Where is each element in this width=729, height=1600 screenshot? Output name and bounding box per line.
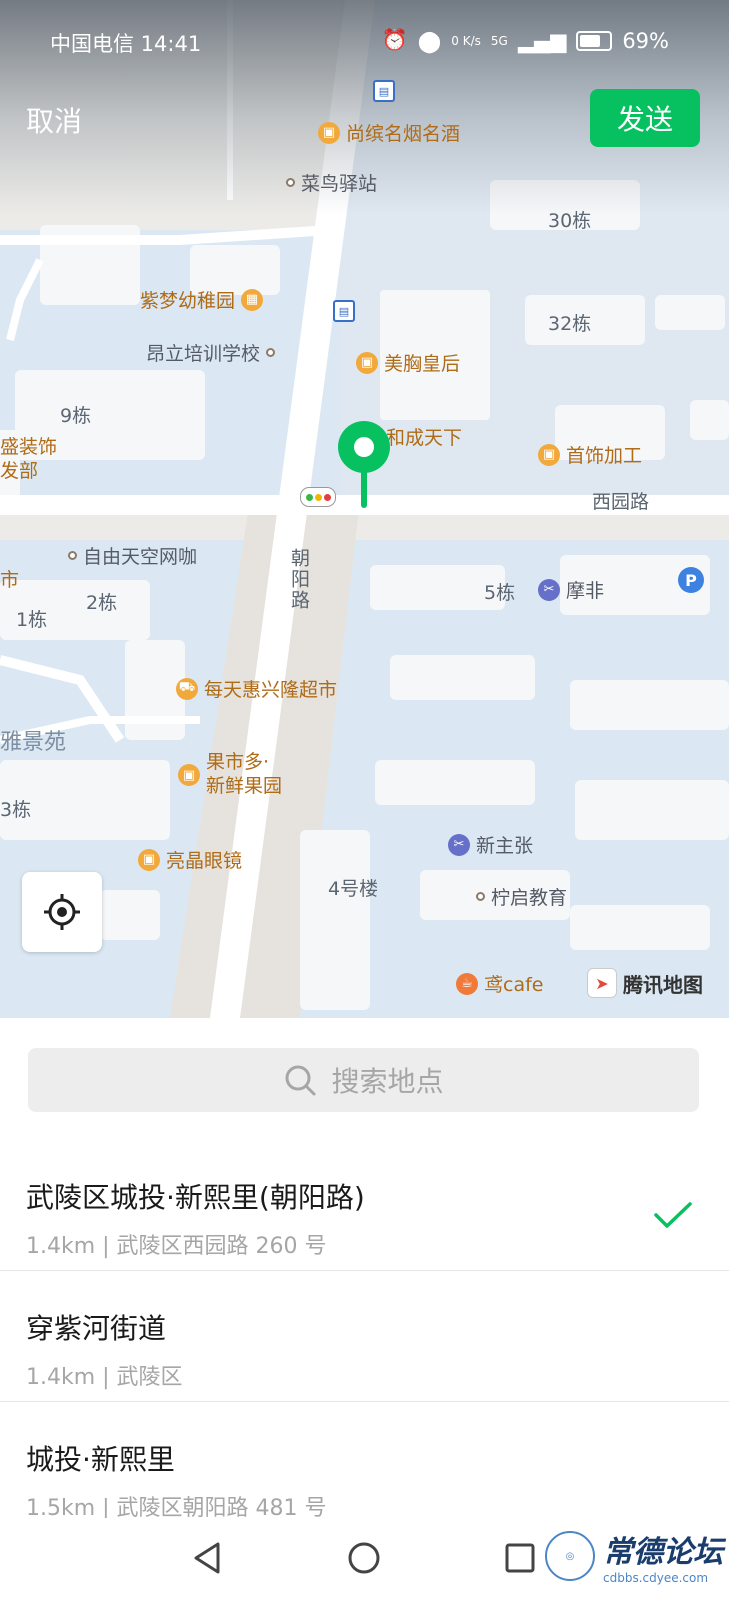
result-item[interactable]: 穿紫河街道 1.4km | 武陵区 (0, 1271, 729, 1402)
parking-icon[interactable]: P (678, 567, 704, 593)
building-label: 5栋 (484, 582, 516, 604)
poi-station[interactable]: 菜鸟驿站 (286, 169, 377, 196)
building-label: 30栋 (548, 210, 592, 232)
building-label: 4号楼 (328, 878, 379, 900)
poi-residential[interactable]: 雅景苑 (0, 724, 66, 756)
poi-shop[interactable]: ▣ 美胸皇后 (356, 349, 460, 376)
poi-dot-icon (68, 551, 77, 560)
poi-shop[interactable]: 盛装饰 (0, 432, 57, 459)
forum-watermark: ◎ 常德论坛 cdbbs.cdyee.com (545, 1527, 723, 1585)
school-icon: ▦ (241, 288, 264, 311)
poi-service[interactable]: ✂ 摩非 (538, 576, 604, 603)
result-item[interactable]: 武陵区城投·新熙里(朝阳路) 1.4km | 武陵区西园路 260 号 (0, 1140, 729, 1271)
battery-icon (576, 30, 613, 51)
poi-cafe[interactable]: ☕ 鸢cafe (456, 970, 543, 997)
cancel-button[interactable]: 取消 (26, 100, 82, 140)
building-label: 2栋 (86, 592, 118, 614)
building-label: 9栋 (60, 405, 92, 427)
forum-seal-icon: ◎ (545, 1531, 595, 1581)
poi-shop[interactable]: 发部 (0, 456, 38, 483)
poi-dot-icon (476, 892, 485, 901)
search-placeholder: 搜索地点 (331, 1065, 444, 1098)
poi-shop[interactable]: 市 (0, 565, 19, 592)
poi-optical[interactable]: ▣ 亮晶眼镜 (138, 846, 242, 873)
home-circle-icon[interactable] (346, 1540, 382, 1576)
search-icon (285, 1065, 316, 1096)
poi-education[interactable]: 柠启教育 (476, 883, 567, 910)
map-provider-logo: ➤ 腾讯地图 (587, 968, 703, 998)
signal-label: 5G (490, 33, 508, 48)
road-label-chaoyang: 朝阳路 (288, 548, 310, 611)
battery-percent: 69% (622, 28, 669, 53)
poi-internet-cafe[interactable]: 自由天空网咖 (68, 542, 197, 569)
coffee-icon: ☕ (456, 972, 478, 995)
location-pin-icon (338, 421, 390, 508)
status-icons: ⏰ ⬤ 0 K/s 5G ▂▄▆ 69% (382, 28, 669, 53)
result-name: 穿紫河街道 (26, 1312, 167, 1345)
poi-salon[interactable]: ✂ 新主张 (448, 831, 533, 858)
signal-icon: ▂▄▆ (517, 28, 567, 53)
poi-shop[interactable]: ▣ 首饰加工 (538, 441, 642, 468)
building-label: 32栋 (548, 313, 592, 335)
traffic-light-icon (300, 487, 336, 507)
scissors-icon: ✂ (448, 833, 470, 856)
building-label: 1栋 (16, 609, 48, 631)
net-speed: 0 K/s (451, 33, 481, 48)
send-button[interactable]: 发送 (590, 89, 700, 147)
recents-square-icon[interactable] (502, 1540, 538, 1576)
result-name: 武陵区城投·新熙里(朝阳路) (26, 1181, 365, 1214)
watermark-url: cdbbs.cdyee.com (603, 1571, 709, 1585)
result-detail: 1.4km | 武陵区 (26, 1365, 183, 1390)
search-input[interactable]: 搜索地点 (28, 1048, 699, 1112)
map-view[interactable]: ▣ 尚缤名烟名酒 菜鸟驿站 紫梦幼稚园 ▦ 昂立培训学校 ▣ 美胸皇后 和成天下 ▣ 首… (0, 0, 729, 1018)
poi-fruit-store[interactable]: ▣ 果市多· 新鲜果园 (178, 750, 282, 798)
result-item[interactable]: 城投·新熙里 1.5km | 武陵区朝阳路 481 号 (0, 1402, 729, 1532)
alarm-icon: ⏰ (381, 28, 408, 52)
poi-supermarket[interactable]: ⛟ 每天惠兴隆超市 (176, 675, 337, 702)
bus-stop-icon[interactable]: ▤ (333, 300, 355, 322)
tencent-map-icon: ➤ (587, 968, 617, 998)
poi-dot-icon (266, 348, 276, 357)
result-name: 城投·新熙里 (26, 1443, 175, 1476)
locate-me-button[interactable] (22, 872, 102, 952)
shop-bag-icon: ▣ (356, 351, 378, 374)
back-triangle-icon[interactable] (190, 1540, 226, 1576)
location-icon: ⬤ (417, 28, 442, 53)
poi-shop[interactable]: ▣ 尚缤名烟名酒 (318, 119, 460, 146)
building-label: 3栋 (0, 799, 32, 821)
shop-bag-icon: ▣ (138, 848, 160, 871)
shop-bag-icon: ▣ (178, 764, 200, 786)
cart-icon: ⛟ (176, 677, 198, 700)
shop-bag-icon: ▣ (318, 121, 340, 144)
poi-kindergarten[interactable]: 紫梦幼稚园 ▦ (140, 286, 264, 313)
poi-shop[interactable]: 和成天下 (386, 423, 462, 450)
carrier-time: 中国电信 14:41 (50, 32, 202, 56)
status-bar: 中国电信 14:41 ⏰ ⬤ 0 K/s 5G ▂▄▆ 69% (0, 0, 729, 86)
scissors-icon: ✂ (538, 578, 560, 601)
shop-bag-icon: ▣ (538, 443, 560, 466)
watermark-title: 常德论坛 (603, 1535, 723, 1570)
road-label-xiyuan: 西园路 (592, 491, 650, 513)
result-detail: 1.4km | 武陵区西园路 260 号 (26, 1234, 327, 1259)
poi-dot-icon (286, 178, 295, 187)
crosshair-icon (44, 894, 80, 930)
poi-training-school[interactable]: 昂立培训学校 (146, 339, 276, 366)
checkmark-icon (654, 1202, 692, 1228)
